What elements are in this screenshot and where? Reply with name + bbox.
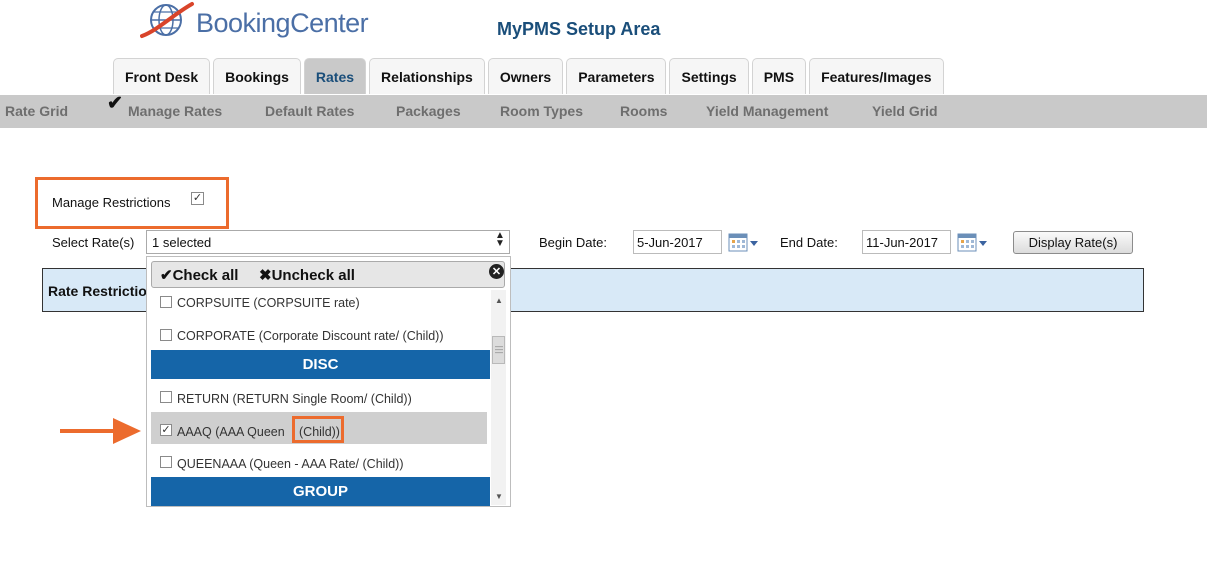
logo-text: BookingCenter (196, 8, 369, 38)
subnav-rooms[interactable]: Rooms (620, 103, 667, 119)
tab-relationships[interactable]: Relationships (369, 58, 485, 94)
check-all-label: Check all (172, 267, 239, 284)
tab-parameters[interactable]: Parameters (566, 58, 667, 94)
main-tabs: Front Desk Bookings Rates Relationships … (113, 58, 944, 95)
option-checkbox[interactable] (160, 329, 172, 341)
option-corporate[interactable]: CORPORATE (Corporate Discount rate/ (Chi… (177, 329, 444, 343)
end-date-label: End Date: (780, 235, 838, 250)
manage-restrictions-checkbox[interactable]: ✓ (191, 192, 204, 205)
option-checkbox[interactable] (160, 391, 172, 403)
scroll-down-icon[interactable]: ▼ (495, 492, 503, 501)
tab-pms[interactable]: PMS (751, 58, 807, 94)
right-arrow-icon (60, 429, 116, 433)
uncheck-all-button[interactable]: ✖Uncheck all (259, 266, 355, 284)
tab-features-images[interactable]: Features/Images (809, 58, 944, 94)
option-corpsuite[interactable]: CORPSUITE (CORPSUITE rate) (177, 296, 360, 310)
select-rates-value: 1 selected (152, 235, 212, 250)
option-queenaaa[interactable]: QUEENAAA (Queen - AAA Rate/ (Child)) (177, 457, 403, 471)
tab-owners[interactable]: Owners (487, 58, 564, 94)
tab-front-desk[interactable]: Front Desk (113, 58, 211, 94)
group-header-disc: DISC (151, 350, 490, 379)
updown-arrows-icon: ▲ ▼ (495, 230, 505, 249)
begin-date-input[interactable]: 5-Jun-2017 (633, 230, 722, 254)
checkmark-icon: ✔ (107, 93, 123, 114)
page-title: MyPMS Setup Area (497, 19, 661, 39)
subnav-manage-rates[interactable]: Manage Rates (128, 103, 222, 119)
subnav-packages[interactable]: Packages (396, 103, 461, 119)
manage-restrictions-label: Manage Restrictions (52, 195, 171, 210)
subnav-default-rates[interactable]: Default Rates (265, 103, 354, 119)
highlight-box (292, 416, 344, 443)
end-date-input[interactable]: 11-Jun-2017 (862, 230, 951, 254)
subnav-yield-management[interactable]: Yield Management (706, 103, 828, 119)
grip-icon: — — — (495, 342, 503, 357)
subnav-yield-grid[interactable]: Yield Grid (872, 103, 938, 119)
option-checkbox-checked[interactable]: ✓ (160, 424, 172, 436)
close-icon[interactable]: ✕ (489, 264, 504, 279)
arrow-head (113, 418, 141, 444)
option-checkbox[interactable] (160, 296, 172, 308)
sub-nav-bar: Rate Grid ✔ Manage Rates Default Rates P… (0, 93, 1207, 128)
option-checkbox[interactable] (160, 456, 172, 468)
group-header-group: GROUP (151, 477, 490, 506)
begin-date-label: Begin Date: (539, 235, 607, 250)
check-all-button[interactable]: ✔Check all (160, 266, 238, 284)
calendar-icon[interactable] (728, 232, 760, 254)
select-rates-label: Select Rate(s) (52, 235, 135, 250)
x-icon: ✖ (259, 267, 272, 284)
logo-globe-icon (140, 0, 196, 42)
scroll-up-icon[interactable]: ▲ (495, 296, 503, 305)
subnav-room-types[interactable]: Room Types (500, 103, 583, 119)
option-return[interactable]: RETURN (RETURN Single Room/ (Child)) (177, 392, 412, 406)
subnav-rate-grid[interactable]: Rate Grid (5, 103, 68, 119)
tab-settings[interactable]: Settings (669, 58, 749, 94)
display-rates-button[interactable]: Display Rate(s) (1013, 231, 1133, 254)
uncheck-all-label: Uncheck all (271, 267, 355, 284)
checkmark-icon: ✔ (160, 267, 173, 284)
calendar-icon[interactable] (957, 232, 989, 254)
tab-bookings[interactable]: Bookings (213, 58, 301, 94)
option-aaaq[interactable]: AAAQ (AAA Queen (177, 425, 285, 439)
dropdown-scrollbar[interactable] (491, 290, 506, 505)
tab-rates[interactable]: Rates (303, 58, 367, 94)
rate-restrictions-label: Rate Restrictio (48, 283, 147, 299)
